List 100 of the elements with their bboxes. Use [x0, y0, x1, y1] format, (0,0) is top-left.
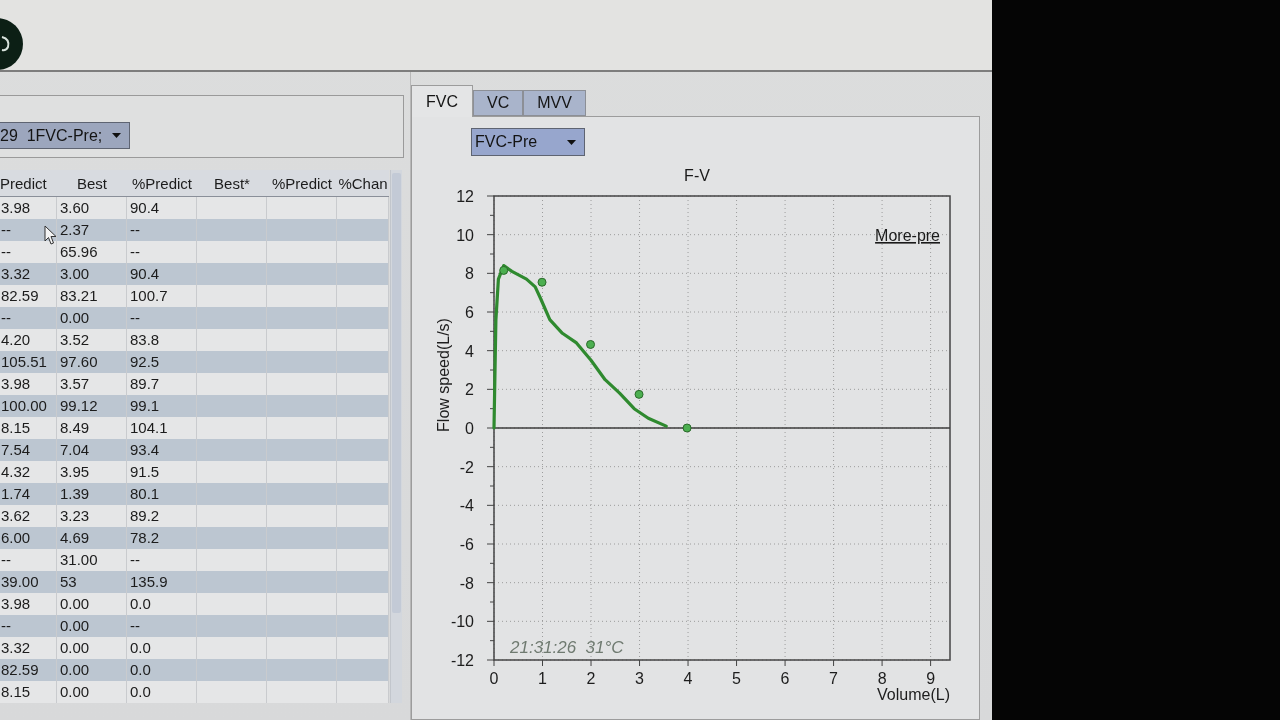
table-cell: 31.00	[60, 551, 98, 568]
table-cell: 65.96	[60, 243, 98, 260]
table-cell: 99.12	[60, 397, 98, 414]
table-cell: 3.60	[60, 199, 90, 216]
axis-tick-label: 4	[683, 670, 693, 687]
table-cell: 80.1	[130, 485, 160, 502]
tab[interactable]: MVV	[523, 90, 586, 116]
table-cell: 82.59	[1, 661, 39, 678]
time-temperature-label: 21:31:26 31°C	[510, 638, 624, 657]
table-cell: 0.00	[60, 309, 90, 326]
table-cell: 105.51	[1, 353, 47, 370]
table-cell: 3.57	[60, 375, 90, 392]
table-cell: 7.04	[60, 441, 90, 458]
axis-title: Flow speed(L/s)	[435, 318, 452, 432]
column-header: Best	[76, 173, 108, 194]
table-cell: 2.37	[60, 221, 90, 238]
mouse-pointer-icon	[44, 225, 57, 245]
axis-tick-label: -4	[459, 497, 474, 515]
table-cell: 3.62	[1, 507, 31, 524]
table-cell: --	[1, 221, 11, 238]
table-cell: 83.8	[130, 331, 160, 348]
axis-title: Volume(L)	[877, 686, 950, 703]
axis-tick-label: -2	[459, 458, 474, 476]
table-cell: 3.98	[1, 375, 31, 392]
legend-link[interactable]: More-pre	[875, 227, 940, 244]
axis-tick-label: -12	[450, 652, 474, 669]
table-cell: --	[1, 243, 11, 260]
table-cell: 4.32	[1, 463, 31, 480]
table-cell: 1.74	[1, 485, 31, 502]
table-cell: --	[130, 243, 140, 260]
axis-tick-label: 4	[465, 342, 474, 360]
scrollbar[interactable]	[390, 170, 402, 703]
axis-tick-label: 12	[456, 188, 474, 205]
table-cell: 93.4	[130, 441, 160, 458]
table-cell: 89.7	[130, 375, 160, 392]
table-cell: 8.15	[1, 683, 31, 700]
table-cell: 0.00	[60, 595, 90, 612]
table-cell: 6.00	[1, 529, 31, 546]
test-dropdown[interactable]: 29 1FVC-Pre;	[0, 122, 130, 149]
axis-tick-label: 8	[465, 265, 474, 283]
table-cell: --	[130, 617, 140, 634]
table-cell: 0.00	[60, 661, 90, 678]
table-cell: 99.1	[130, 397, 160, 414]
curve-dropdown[interactable]: FVC-Pre	[471, 128, 585, 156]
tab[interactable]: FVC	[411, 85, 473, 117]
table-cell: 90.4	[130, 199, 160, 216]
axis-tick-label: 10	[456, 226, 474, 244]
table-cell: 90.4	[130, 265, 160, 282]
table-cell: --	[1, 551, 11, 568]
axis-tick-label: 8	[877, 670, 887, 687]
axis-tick-label: 2	[465, 381, 474, 399]
table-cell: 3.32	[1, 639, 31, 656]
table-cell: 0.00	[60, 683, 90, 700]
table-cell: 104.1	[130, 419, 168, 436]
table-cell: 100.00	[1, 397, 47, 414]
table-cell: --	[130, 221, 140, 238]
axis-tick-label: -8	[459, 574, 474, 592]
table-cell: 78.2	[130, 529, 160, 546]
axis-tick-label: 2	[586, 670, 596, 687]
table-cell: 0.0	[130, 639, 151, 656]
column-header: Predict	[0, 173, 48, 194]
table-cell: 3.95	[60, 463, 90, 480]
table-cell: 3.00	[60, 265, 90, 282]
table-cell: 135.9	[130, 573, 168, 590]
table-cell: 3.52	[60, 331, 90, 348]
table-cell: --	[1, 309, 11, 326]
data-marker	[682, 423, 692, 433]
table-cell: 39.00	[1, 573, 39, 590]
data-marker	[499, 265, 509, 275]
table-cell: 97.60	[60, 353, 98, 370]
table-cell: 91.5	[130, 463, 160, 480]
table-cell: 82.59	[1, 287, 39, 304]
table-cell: 0.00	[60, 639, 90, 656]
chart-title: F-V	[684, 167, 710, 184]
axis-tick-label: 3	[635, 670, 644, 687]
table-cell: 3.23	[60, 507, 90, 524]
table-cell: 3.98	[1, 199, 31, 216]
axis-tick-label: 9	[926, 670, 936, 687]
table-cell: --	[1, 617, 11, 634]
table-cell: 8.49	[60, 419, 90, 436]
table-cell: 89.2	[130, 507, 160, 524]
table-cell: 83.21	[60, 287, 98, 304]
table-cell: 4.69	[60, 529, 90, 546]
column-header: %Predict	[131, 173, 193, 194]
table-cell: 3.32	[1, 265, 31, 282]
axis-tick-label: -10	[450, 613, 474, 631]
axis-tick-label: 5	[732, 670, 741, 687]
table-cell: 8.15	[1, 419, 31, 436]
data-marker	[634, 389, 644, 399]
table-cell: 1.39	[60, 485, 90, 502]
axis-tick-label: 0	[489, 670, 499, 687]
caret-icon	[112, 133, 121, 138]
axis-tick-label: 6	[780, 670, 790, 687]
table-cell: 0.00	[60, 617, 90, 634]
tab[interactable]: VC	[473, 90, 524, 116]
column-header: %Predict	[271, 173, 333, 194]
table-cell: 3.98	[1, 595, 31, 612]
column-header: Best*	[213, 173, 251, 194]
axis-tick-label: 7	[829, 670, 839, 687]
table-cell: --	[130, 309, 140, 326]
